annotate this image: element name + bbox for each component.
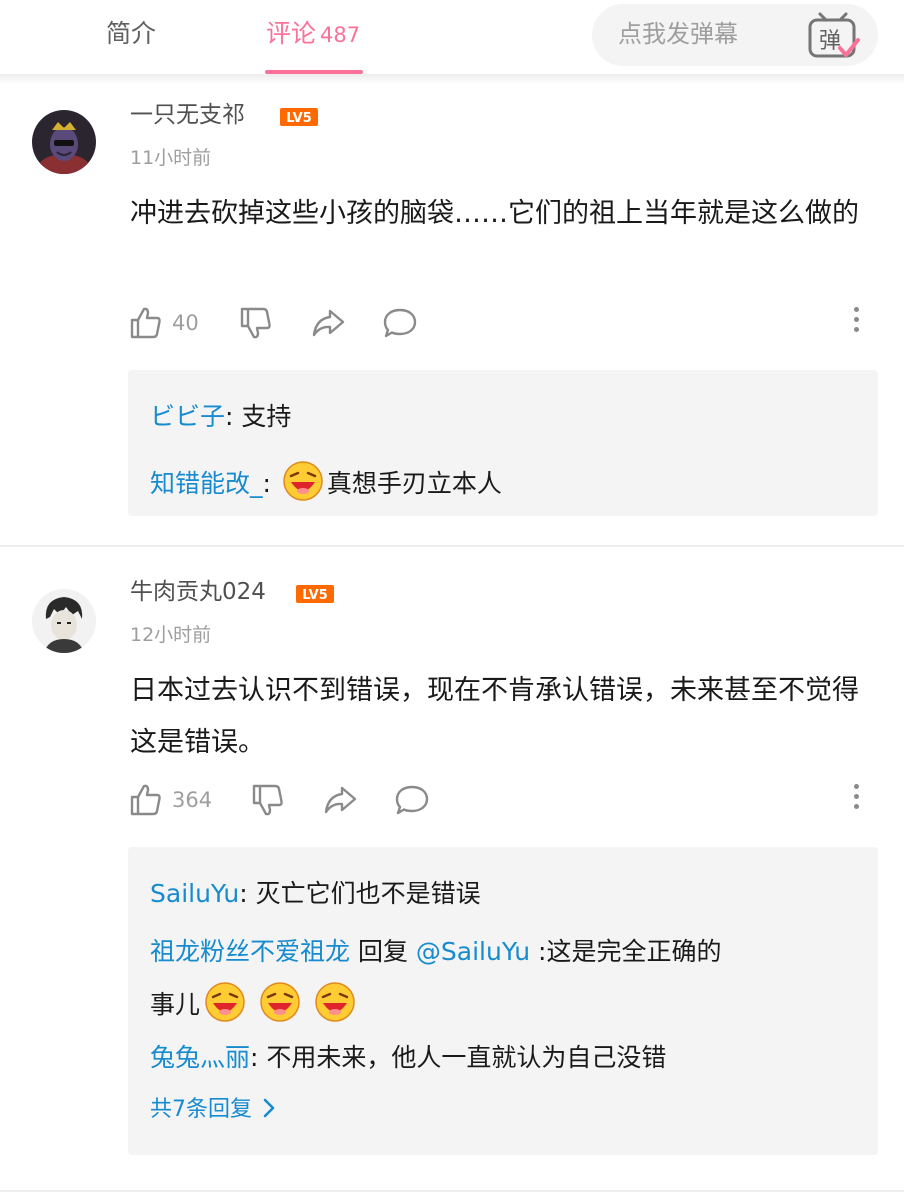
reply-item: 祖龙粉丝不爱祖龙 回复 @SailuYu :这是完全正确的	[150, 935, 830, 969]
like-count: 364	[172, 788, 213, 812]
reply-username[interactable]: ビビ子	[150, 402, 225, 431]
like-count: 40	[172, 311, 199, 335]
reply-username[interactable]: 兔兔灬丽	[150, 1043, 250, 1072]
reply-text: 不用未来，他人一直就认为自己没错	[266, 1043, 667, 1072]
tab-comments[interactable]: 评论 487	[266, 18, 360, 51]
reply-button[interactable]	[382, 303, 418, 343]
reply-item: SailuYu: 灭亡它们也不是错误	[150, 877, 830, 911]
dislike-button[interactable]	[238, 303, 274, 343]
laughing-face-emoji-icon	[260, 982, 300, 1022]
reply-total-text: 共7条回复	[150, 1097, 252, 1122]
danmaku-input[interactable]: 点我发弹幕 弹	[592, 4, 878, 66]
more-options-icon[interactable]	[852, 307, 860, 339]
comment-bubble-icon	[383, 308, 417, 338]
comment-actions: 364	[128, 780, 888, 820]
share-button[interactable]	[310, 303, 346, 343]
laughing-face-emoji-icon	[315, 982, 355, 1022]
thumb-down-icon	[240, 307, 271, 339]
reply-mention[interactable]: @SailuYu	[416, 937, 530, 966]
reply-connector: 回复	[350, 937, 416, 966]
thumb-up-icon	[130, 307, 161, 339]
like-button[interactable]: 40	[128, 303, 199, 343]
reply-username[interactable]: 祖龙粉丝不爱祖龙	[150, 937, 350, 966]
level-badge: LV5	[296, 585, 334, 603]
reply-text: 灭亡它们也不是错误	[255, 879, 481, 908]
reply-separator: :	[225, 402, 242, 431]
tab-bar: 简介 评论 487 点我发弹幕 弹	[0, 0, 904, 74]
reply-text: :这是完全正确的	[530, 937, 722, 966]
reply-item: 知错能改_: 真想手刃立本人	[150, 460, 830, 502]
dislike-button[interactable]	[250, 780, 286, 820]
danmaku-toggle-icon[interactable]: 弹	[806, 10, 860, 62]
laughing-face-emoji-icon	[205, 982, 245, 1022]
comment-time: 12小时前	[130, 624, 212, 646]
reply-text: 事儿	[150, 990, 201, 1019]
reply-item: 兔兔灬丽: 不用未来，他人一直就认为自己没错	[150, 1041, 830, 1075]
reply-username[interactable]: 知错能改_	[150, 469, 263, 498]
comment-divider	[0, 1190, 904, 1192]
comment-item: 牛肉贡丸024 LV5 12小时前 日本过去认识不到错误，现在不肯承认错误，未来…	[0, 547, 904, 1187]
comment-text: 冲进去砍掉这些小孩的脑袋……它们的祖上当年就是这么做的	[130, 198, 859, 229]
reply-text: 支持	[241, 402, 292, 431]
reply-button[interactable]	[394, 780, 430, 820]
avatar-image	[32, 110, 96, 174]
like-button[interactable]: 364	[128, 780, 212, 820]
username[interactable]: 牛肉贡丸024	[130, 577, 266, 607]
reply-username[interactable]: SailuYu	[150, 879, 239, 908]
tab-comments-label: 评论	[266, 19, 317, 48]
reply-item-continued: 事儿	[150, 981, 830, 1023]
tab-intro[interactable]: 简介	[106, 18, 156, 50]
more-options-icon[interactable]	[852, 784, 860, 816]
level-badge: LV5	[280, 108, 318, 126]
tab-bar-shadow	[0, 74, 904, 84]
share-icon	[324, 786, 357, 814]
danmaku-icon-char: 弹	[819, 29, 841, 54]
share-icon	[312, 309, 345, 337]
share-button[interactable]	[322, 780, 358, 820]
reply-text: 真想手刃立本人	[326, 469, 502, 498]
avatar[interactable]	[32, 589, 96, 653]
reply-separator: :	[250, 1043, 267, 1072]
comment-count: 487	[320, 23, 361, 47]
comment-text: 日本过去认识不到错误，现在不肯承认错误，未来甚至不觉得这是错误。	[130, 675, 859, 758]
reply-separator: :	[262, 469, 279, 498]
thumb-up-icon	[130, 784, 161, 816]
avatar[interactable]	[32, 110, 96, 174]
chevron-right-icon	[263, 1098, 275, 1118]
danmaku-placeholder: 点我发弹幕	[618, 20, 738, 48]
avatar-image	[32, 589, 96, 653]
username[interactable]: 一只无支祁	[130, 100, 245, 130]
comment-actions: 40	[128, 303, 888, 343]
reply-box: ビビ子: 支持 知错能改_: 真想手刃立本人	[128, 370, 878, 516]
reply-item: ビビ子: 支持	[150, 400, 830, 434]
comment-item: 一只无支祁 LV5 11小时前 冲进去砍掉这些小孩的脑袋……它们的祖上当年就是这…	[0, 84, 904, 544]
level-text: LV5	[302, 588, 328, 603]
view-all-replies-link[interactable]: 共7条回复	[150, 1095, 278, 1125]
comment-bubble-icon	[395, 785, 429, 815]
laughing-face-emoji-icon	[283, 461, 323, 501]
reply-separator: :	[239, 879, 256, 908]
thumb-down-icon	[252, 784, 283, 816]
reply-box: SailuYu: 灭亡它们也不是错误 祖龙粉丝不爱祖龙 回复 @SailuYu …	[128, 847, 878, 1155]
comment-time: 11小时前	[130, 147, 212, 169]
level-text: LV5	[286, 111, 312, 126]
